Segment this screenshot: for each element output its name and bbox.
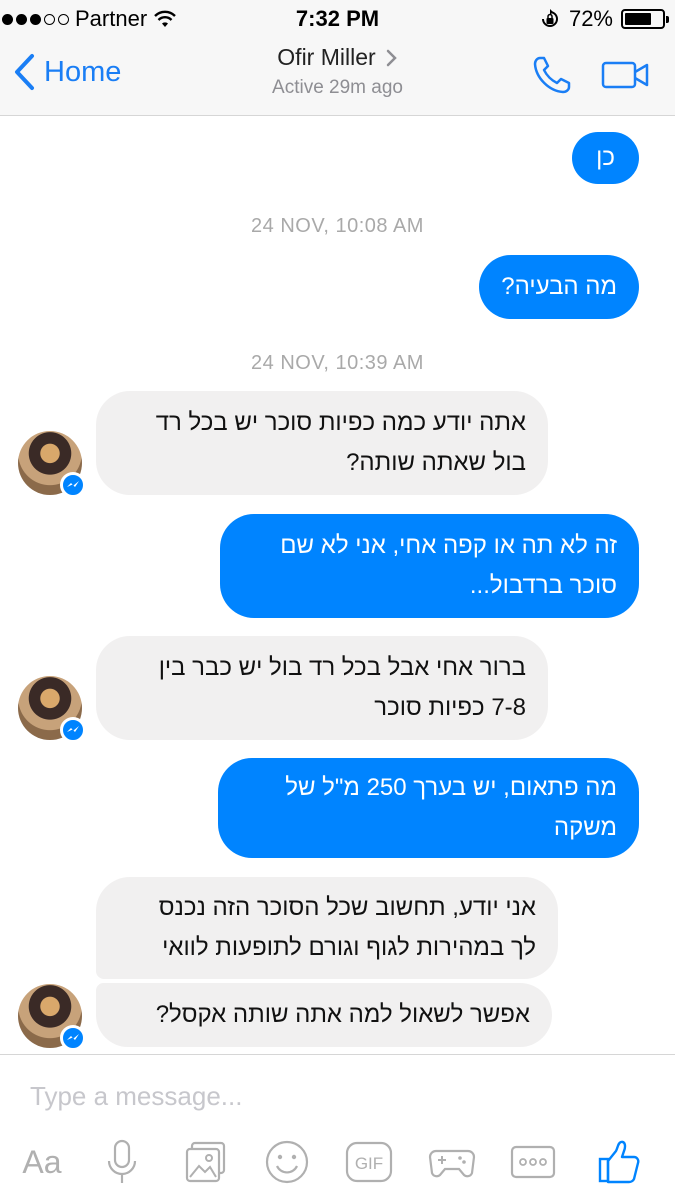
message-outgoing[interactable]: זה לא תה או קפה אחי, אני לא שם סוכר ברדב…	[220, 514, 639, 618]
microphone-button[interactable]	[104, 1139, 140, 1185]
message-line: אתה יודע כמה כפיות סוכר יש בכל רד	[155, 409, 526, 436]
message-composer: Aa	[0, 1054, 675, 1200]
battery-percent: 72%	[568, 6, 613, 31]
gallery-button[interactable]	[184, 1139, 228, 1185]
message-text: מה הבעיה?	[501, 273, 617, 300]
video-camera-icon[interactable]	[601, 60, 649, 90]
more-button[interactable]	[510, 1139, 556, 1185]
games-button[interactable]	[428, 1139, 476, 1185]
rotation-lock-icon	[541, 9, 558, 27]
message-line: סוכר ברדבול...	[469, 572, 617, 599]
emoji-icon	[265, 1140, 309, 1184]
status-right: 72%	[539, 6, 669, 32]
game-controller-icon	[428, 1149, 476, 1178]
battery-fill	[625, 13, 651, 25]
messenger-badge-icon	[60, 472, 86, 498]
contact-status: Active 29m ago	[272, 77, 403, 98]
messenger-badge-icon	[60, 1025, 86, 1051]
message-outgoing[interactable]: מה הבעיה?	[479, 255, 639, 319]
emoji-button[interactable]	[264, 1139, 310, 1185]
more-icon	[510, 1145, 556, 1179]
message-text: אפשר לשאול למה אתה שותה אקסל?	[155, 1001, 530, 1028]
conversation-header: Home Ofir Miller Active 29m ago	[0, 38, 675, 116]
microphone-icon	[107, 1139, 137, 1183]
contact-name: Ofir Miller	[277, 44, 376, 70]
timestamp: 24 NOV, 10:08 AM	[251, 215, 424, 237]
contact-info[interactable]: Ofir Miller Active 29m ago	[0, 44, 675, 99]
composer-toolbar: Aa GIF	[0, 1139, 675, 1189]
message-incoming[interactable]: אני יודע, תחשוב שכל הסוכר הזה נכנס לך במ…	[96, 877, 558, 979]
message-text: כן	[596, 144, 615, 171]
message-line: 7-8 כפיות סוכר	[374, 694, 526, 721]
message-line: אני יודע, תחשוב שכל הסוכר הזה נכנס	[158, 894, 536, 921]
message-line: ברור אחי אבל בכל רד בול יש כבר בין	[158, 654, 526, 681]
message-line: בול שאתה שותה?	[346, 449, 526, 476]
phone-icon[interactable]	[531, 54, 573, 96]
message-incoming[interactable]: ברור אחי אבל בכל רד בול יש כבר בין 7-8 כ…	[96, 636, 548, 740]
message-thread[interactable]: כן 24 NOV, 10:08 AM מה הבעיה? 24 NOV, 10…	[0, 117, 675, 1055]
like-button[interactable]	[598, 1139, 640, 1185]
message-outgoing[interactable]: מה פתאום, יש בערך 250 מ"ל של משקה	[218, 758, 639, 858]
timestamp: 24 NOV, 10:39 AM	[251, 352, 424, 374]
status-bar: Partner 7:32 PM 72%	[0, 0, 675, 38]
message-line: משקה	[553, 814, 617, 841]
message-outgoing[interactable]: כן	[572, 132, 639, 184]
gif-icon: GIF	[345, 1141, 393, 1183]
message-incoming[interactable]: אפשר לשאול למה אתה שותה אקסל?	[96, 983, 552, 1047]
message-incoming[interactable]: אתה יודע כמה כפיות סוכר יש בכל רד בול שא…	[96, 391, 548, 495]
text-format-button[interactable]: Aa	[18, 1139, 66, 1185]
contact-name-row: Ofir Miller	[277, 44, 397, 71]
battery-icon	[621, 9, 669, 29]
message-line: זה לא תה או קפה אחי, אני לא שם	[280, 532, 617, 559]
message-line: מה פתאום, יש בערך 250 מ"ל של	[285, 774, 617, 801]
gif-label: GIF	[355, 1154, 383, 1173]
message-line: לך במהירות לגוף וגורם לתופעות לוואי	[162, 934, 536, 961]
gallery-icon	[185, 1141, 226, 1183]
chevron-right-icon	[386, 49, 397, 66]
like-icon	[598, 1140, 640, 1184]
gif-button[interactable]: GIF	[344, 1139, 394, 1185]
message-input[interactable]	[30, 1081, 630, 1112]
messenger-badge-icon	[60, 717, 86, 743]
